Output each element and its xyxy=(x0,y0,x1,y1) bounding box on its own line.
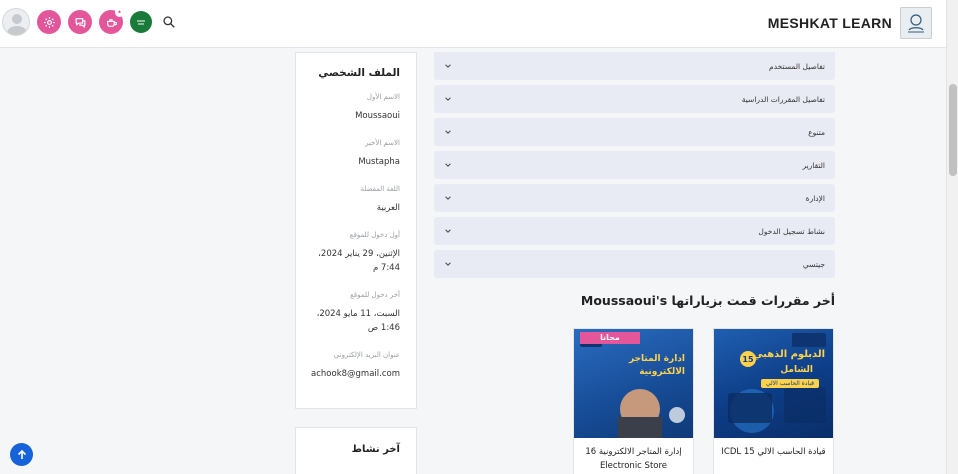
brand-name: MESHKAT LEARN xyxy=(767,15,892,31)
course-card[interactable]: الدبلوم الذهبي 15 الشامل قيادة الحاسب ال… xyxy=(713,328,834,474)
chevron-down-icon xyxy=(445,64,451,68)
first-access-value: الإثنين، 29 يناير 2024، 7:44 م xyxy=(318,249,400,273)
accordion-label: نشاط تسجيل الدخول xyxy=(758,226,825,236)
chevron-down-icon xyxy=(445,196,451,200)
course-thumbnail[interactable]: الدبلوم الذهبي 15 الشامل قيادة الحاسب ال… xyxy=(714,329,833,438)
course-thumbnail[interactable]: مجانا ادارة المتاجر الالكترونية xyxy=(574,329,693,438)
course-card[interactable]: مجانا ادارة المتاجر الالكترونية إدارة ال… xyxy=(573,328,694,474)
teapot-icon xyxy=(106,18,117,27)
scroll-to-top-button[interactable] xyxy=(10,443,33,466)
last-access-value: السبت، 11 مايو 2024، 1:46 ص xyxy=(316,309,400,333)
profile-title: الملف الشخصي xyxy=(318,67,400,79)
search-icon xyxy=(163,16,175,28)
notification-badge: • xyxy=(115,8,124,17)
chevron-down-icon xyxy=(445,262,451,266)
accordion-login-activity[interactable]: نشاط تسجيل الدخول xyxy=(434,217,835,245)
recent-activity-title: آخر نشاط xyxy=(351,444,400,455)
first-name-label: الاسم الأول xyxy=(366,93,400,101)
search-button[interactable] xyxy=(159,12,179,32)
meshkat-logo-icon xyxy=(903,10,929,36)
course-thumb-title: الدبلوم الذهبي xyxy=(753,349,825,360)
gear-icon xyxy=(43,16,55,28)
page-scrollbar[interactable] xyxy=(946,0,958,474)
chevron-down-icon xyxy=(445,130,451,134)
course-free-badge: مجانا xyxy=(580,332,640,344)
recent-activity-card: آخر نشاط xyxy=(295,427,417,474)
recent-courses-heading: Moussaoui's أخر مقررات قمت بزياراتها xyxy=(580,293,835,308)
user-avatar[interactable] xyxy=(2,8,30,36)
accordion-label: جيتسي xyxy=(802,259,825,269)
accordion-jitsi[interactable]: جيتسي xyxy=(434,250,835,278)
course-thumb-tag: قيادة الحاسب الالي xyxy=(760,379,819,388)
first-name-value: Moussaoui xyxy=(355,111,400,121)
chevron-down-icon xyxy=(445,97,451,101)
email-label: عنوان البريد الإلكتروني xyxy=(333,351,400,359)
language-flag-button[interactable] xyxy=(130,11,152,33)
profile-card: الملف الشخصي الاسم الأول Moussaoui الاسم… xyxy=(295,52,417,409)
course-thumb-badge: 15 xyxy=(740,351,756,367)
accordion-label: تفاصيل المقررات الدراسية xyxy=(741,94,825,104)
last-name-value: Mustapha xyxy=(358,157,400,167)
accordion-label: الإدارة xyxy=(805,193,825,203)
course-title[interactable]: إدارة المتاجر الالكترونية 16 Electronic … xyxy=(574,438,693,473)
accordion-reports[interactable]: التقارير xyxy=(434,151,835,179)
accordion-user-details[interactable]: تفاصيل المستخدم xyxy=(434,52,835,80)
top-navbar: • MESHKAT LEARN xyxy=(0,0,946,48)
profile-sections: تفاصيل المستخدم تفاصيل المقررات الدراسية… xyxy=(434,52,835,283)
chevron-down-icon xyxy=(445,229,451,233)
chevron-down-icon xyxy=(445,163,451,167)
brand[interactable]: MESHKAT LEARN xyxy=(768,7,932,39)
course-title[interactable]: قيادة الحاسب الالي 15 ICDL xyxy=(714,438,833,459)
course-thumb-subtitle: الشامل xyxy=(780,365,813,375)
accordion-label: متنوع xyxy=(808,127,825,137)
messages-button[interactable] xyxy=(68,10,92,34)
email-value: achook8@gmail.com xyxy=(311,369,400,379)
accordion-label: تفاصيل المستخدم xyxy=(769,61,825,71)
navbar-actions: • xyxy=(0,8,179,36)
saudi-flag-icon xyxy=(134,17,148,27)
arrow-up-icon xyxy=(17,449,26,459)
accordion-misc[interactable]: متنوع xyxy=(434,118,835,146)
last-name-label: الاسم الأخير xyxy=(365,139,400,147)
language-label: اللغة المفضلة xyxy=(360,185,400,193)
brand-logo xyxy=(900,7,932,39)
accordion-course-details[interactable]: تفاصيل المقررات الدراسية xyxy=(434,85,835,113)
chat-icon xyxy=(75,17,85,28)
language-value: العربية xyxy=(376,203,400,213)
course-banner-graphic xyxy=(580,333,685,438)
last-access-label: آخر دخول للموقع xyxy=(350,291,400,299)
notifications-button[interactable]: • xyxy=(99,8,124,34)
first-access-label: أول دخول للموقع xyxy=(349,231,400,239)
course-thumb-title: ادارة المتاجر الالكترونية xyxy=(628,354,685,377)
accordion-administration[interactable]: الإدارة xyxy=(434,184,835,212)
scrollbar-thumb[interactable] xyxy=(949,84,957,176)
settings-button[interactable] xyxy=(37,10,61,34)
accordion-label: التقارير xyxy=(802,160,825,170)
